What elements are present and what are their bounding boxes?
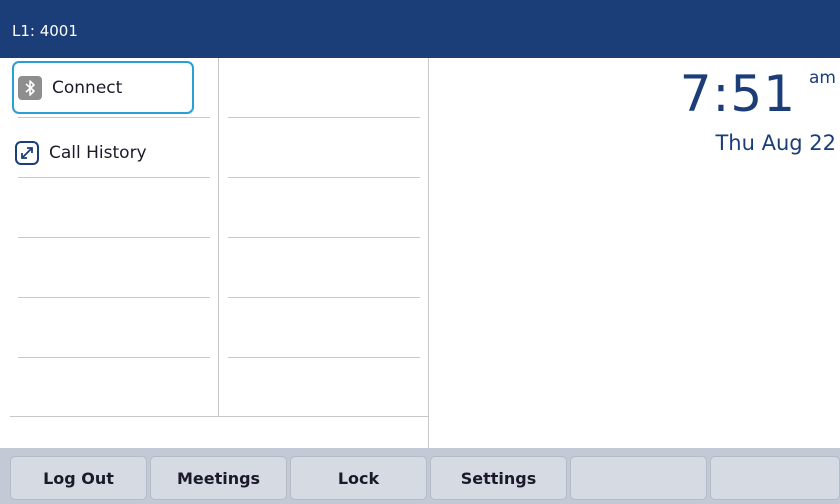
row-divider: [18, 297, 210, 298]
row-divider: [228, 357, 420, 358]
bluetooth-icon: [18, 75, 42, 100]
clock-time: 7:51: [679, 65, 796, 123]
line-label: L1: 4001: [12, 22, 78, 40]
line-key-label: Connect: [52, 77, 123, 98]
call-history-icon: [15, 140, 39, 165]
row-divider: [228, 237, 420, 238]
row-divider: [228, 117, 420, 118]
softkey-log-out[interactable]: Log Out: [10, 456, 147, 500]
row-divider: [18, 117, 210, 118]
column-divider-left: [218, 58, 219, 416]
softkey-meetings[interactable]: Meetings: [150, 456, 287, 500]
softkey-empty-5[interactable]: [570, 456, 707, 500]
clock-date: Thu Aug 22: [715, 131, 836, 155]
clock-widget: 7:51 am Thu Aug 22: [440, 60, 840, 160]
softkey-bar: Log Out Meetings Lock Settings: [0, 448, 840, 504]
softkey-empty-6[interactable]: [710, 456, 840, 500]
line-key-label: Call History: [49, 142, 147, 163]
row-divider: [18, 357, 210, 358]
row-divider: [228, 177, 420, 178]
softkey-settings[interactable]: Settings: [430, 456, 567, 500]
status-bar: L1: 4001: [0, 0, 840, 58]
line-key-call-history[interactable]: Call History: [11, 124, 210, 181]
row-divider: [18, 237, 210, 238]
column-divider-right: [428, 58, 429, 448]
line-keys-bottom-divider: [10, 416, 428, 417]
row-divider: [228, 297, 420, 298]
softkey-lock[interactable]: Lock: [290, 456, 427, 500]
clock-ampm: am: [809, 68, 836, 88]
line-key-connect[interactable]: Connect: [12, 61, 194, 114]
